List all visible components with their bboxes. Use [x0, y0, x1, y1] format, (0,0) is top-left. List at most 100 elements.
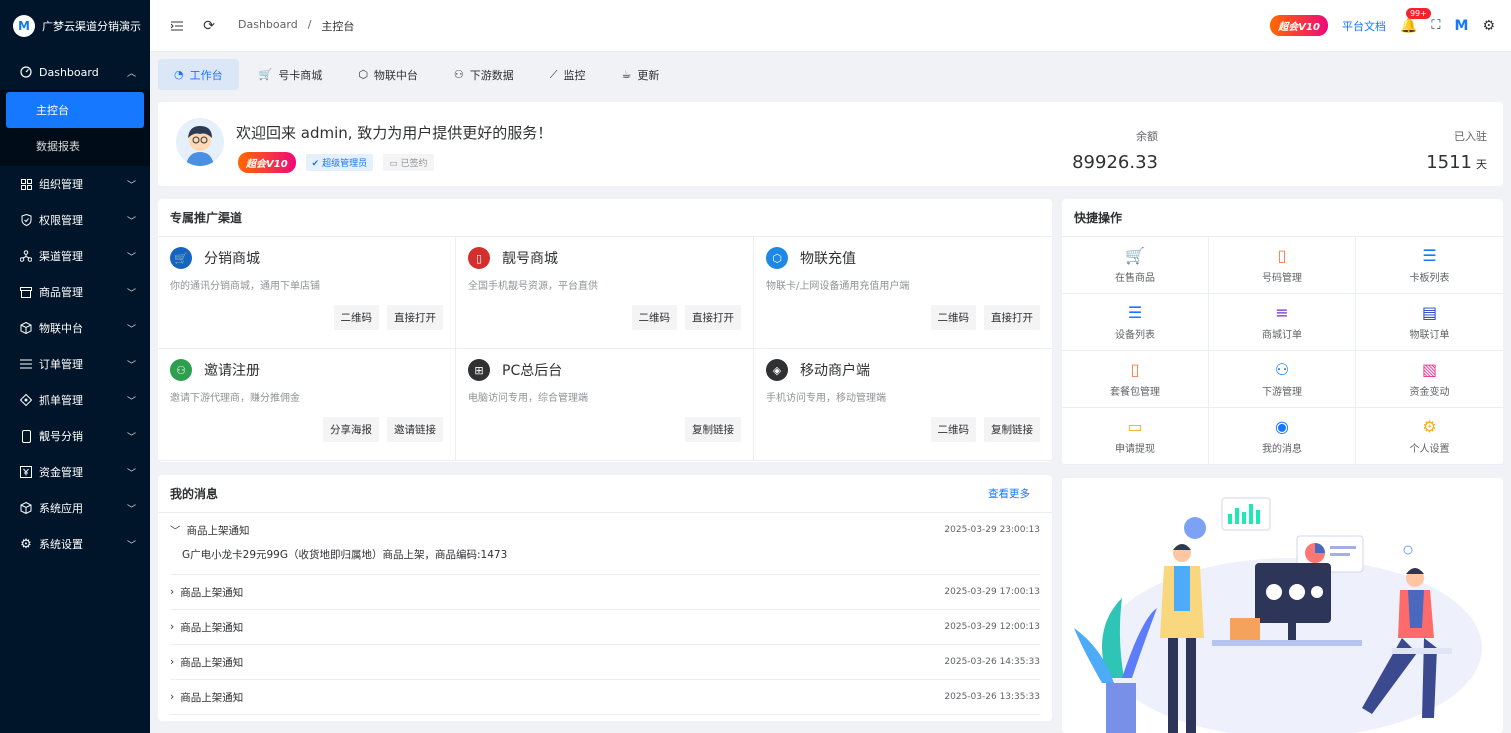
channel-action-button[interactable]: 二维码	[930, 305, 976, 330]
sidebar-item-label: 资金管理	[39, 466, 83, 479]
chevron-right-icon: ›	[170, 621, 175, 633]
cube-icon	[19, 321, 33, 335]
sidebar-item-order[interactable]: 订单管理 ﹀	[0, 346, 150, 382]
contract-icon: ▭	[389, 159, 398, 169]
sidebar-subitem-main-console[interactable]: 主控台	[6, 92, 144, 128]
sidebar-item-iot[interactable]: 物联中台 ﹀	[0, 310, 150, 346]
tab-card-mall[interactable]: 🛒 号卡商城	[243, 59, 339, 90]
channel-title: PC总后台	[502, 363, 563, 379]
channel-action-button[interactable]: 复制链接	[984, 417, 1040, 442]
quick-action-item[interactable]: ⚇ 下游管理	[1209, 351, 1356, 408]
admin-badge: ✔ 超级管理员	[305, 154, 374, 171]
notification-button[interactable]: 🔔 99+	[1399, 7, 1431, 34]
channel-action-button[interactable]: 直接打开	[984, 305, 1040, 330]
bell-icon: 🔔	[1399, 17, 1418, 34]
sidebar-item-dashboard[interactable]: Dashboard ︿	[0, 54, 150, 90]
tab-iot[interactable]: ⬡ 物联中台	[342, 59, 434, 90]
settings-gear-icon[interactable]: ⚙	[1482, 18, 1495, 34]
phone-icon: ▯	[468, 247, 490, 269]
tab-label: 工作台	[189, 68, 223, 82]
tab-update[interactable]: ☕ 更新	[606, 59, 676, 90]
quick-actions-title: 快捷操作	[1062, 199, 1503, 237]
network-icon	[19, 249, 33, 263]
message-title: 商品上架通知	[180, 586, 244, 599]
quick-action-item[interactable]: ▤ 物联订单	[1356, 294, 1503, 351]
file-icon: ▧	[1421, 359, 1438, 379]
sidebar: M 广梦云渠道分销演示 Dashboard ︿ 主控台 数据报表 组织管理 ﹀ 权…	[0, 0, 150, 733]
sidebar-subitem-data-report[interactable]: 数据报表	[0, 128, 150, 164]
quick-action-item[interactable]: ☰ 设备列表	[1062, 294, 1209, 351]
list-circle-icon: ☰	[1422, 245, 1437, 265]
sidebar-item-channel[interactable]: 渠道管理 ﹀	[0, 238, 150, 274]
promotion-channels-card: 专属推广渠道 🛒 分销商城 你的通讯分销商城，通用下单店铺 二维码 直接打开 ▯ 靓号商城全…	[158, 199, 1052, 462]
channel-card: 🛒 分销商城 你的通讯分销商城，通用下单店铺 二维码 直接打开	[158, 237, 456, 349]
brand-logo-icon: M	[1454, 17, 1469, 34]
message-date: 2025-03-26 14:35:33	[944, 657, 1040, 667]
message-title: 商品上架通知	[180, 691, 244, 704]
menu-collapse-icon[interactable]	[166, 15, 188, 37]
message-item[interactable]: › 商品上架通知 2025-03-29 12:00:13	[170, 610, 1040, 645]
coffee-icon: ☕	[621, 68, 632, 81]
channel-action-button[interactable]: 二维码	[930, 417, 976, 442]
sidebar-item-permission[interactable]: 权限管理 ﹀	[0, 202, 150, 238]
channel-action-button[interactable]: 直接打开	[387, 305, 443, 330]
message-item[interactable]: ﹀ 商品上架通知 2025-03-29 23:00:13 G广电小龙卡29元99G（收…	[170, 513, 1040, 575]
quick-action-item[interactable]: 🛒 在售商品	[1062, 237, 1209, 294]
windows-icon: ⊞	[468, 359, 490, 381]
sidebar-item-goods[interactable]: 商品管理 ﹀	[0, 274, 150, 310]
channel-action-button[interactable]: 直接打开	[685, 305, 741, 330]
breadcrumb-dashboard[interactable]: Dashboard	[238, 18, 298, 34]
channel-action-button[interactable]: 邀请链接	[387, 417, 443, 442]
sidebar-item-org[interactable]: 组织管理 ﹀	[0, 166, 150, 202]
gear-icon: ⚙	[20, 536, 32, 552]
chevron-down-icon: ﹀	[170, 524, 181, 537]
dashboard-icon: ◔	[174, 68, 184, 81]
message-item[interactable]: › 商品上架通知 2025-03-26 13:35:33	[170, 680, 1040, 715]
quick-action-item[interactable]: ≡ 商城订单	[1209, 294, 1356, 351]
quick-action-item[interactable]: ◉ 我的消息	[1209, 408, 1356, 465]
channel-title: 邀请注册	[204, 363, 260, 379]
message-item[interactable]: › 商品上架通知 2025-03-26 14:35:33	[170, 645, 1040, 680]
tab-monitor[interactable]: ⟋ 监控	[534, 59, 602, 90]
channel-action-button[interactable]: 分享海报	[323, 417, 379, 442]
channels-title: 专属推广渠道	[158, 199, 1052, 237]
sidebar-item-fund[interactable]: 资金管理 ﹀	[0, 454, 150, 490]
tab-downstream[interactable]: ⚇ 下游数据	[438, 59, 530, 90]
sidebar-item-number[interactable]: 靓号分销 ﹀	[0, 418, 150, 454]
chevron-down-icon: ﹀	[126, 180, 136, 191]
sidebar-item-grab[interactable]: 抓单管理 ﹀	[0, 382, 150, 418]
tab-workbench[interactable]: ◔ 工作台	[158, 59, 239, 90]
platform-docs-link[interactable]: 平台文档	[1342, 18, 1386, 34]
sidebar-item-label: 组织管理	[39, 178, 83, 191]
user-add-icon: ⚇	[170, 359, 192, 381]
card-icon: ▭	[1127, 416, 1143, 436]
quick-action-item[interactable]: ▯ 号码管理	[1209, 237, 1356, 294]
channel-title: 靓号商城	[502, 251, 558, 267]
sidebar-item-settings[interactable]: ⚙ 系统设置 ﹀	[0, 526, 150, 562]
logo[interactable]: M 广梦云渠道分销演示	[0, 0, 150, 52]
quick-action-item[interactable]: ▧ 资金变动	[1356, 351, 1503, 408]
channel-title: 分销商城	[204, 251, 260, 267]
tab-label: 物联中台	[373, 68, 418, 82]
sidebar-item-label: 抓单管理	[39, 394, 83, 407]
quick-action-item[interactable]: ▭ 申请提现	[1062, 408, 1209, 465]
sidebar-item-apps[interactable]: 系统应用 ﹀	[0, 490, 150, 526]
fullscreen-icon[interactable]: ⛶	[1431, 18, 1440, 33]
phone-icon: ▯	[1277, 245, 1287, 265]
package-icon	[19, 501, 33, 515]
sidebar-item-label: 系统应用	[39, 502, 83, 515]
quick-action-item[interactable]: ▯ 套餐包管理	[1062, 351, 1209, 408]
notification-count: 99+	[1405, 7, 1431, 19]
channel-desc: 邀请下游代理商，赚分推佣金	[170, 393, 300, 404]
channel-action-button[interactable]: 二维码	[333, 305, 379, 330]
message-item[interactable]: › 商品上架通知 2025-03-29 17:00:13	[170, 575, 1040, 610]
quick-action-item[interactable]: ☰ 卡板列表	[1356, 237, 1503, 294]
channel-action-button[interactable]: 二维码	[631, 305, 677, 330]
channel-card: ⊞ PC总后台 电脑访问专用，综合管理端 复制链接	[456, 349, 754, 461]
channel-action-button[interactable]: 复制链接	[685, 417, 741, 442]
view-more-link[interactable]: 查看更多	[988, 486, 1030, 501]
channel-card: ⬡ 物联充值 物联卡/上网设备通用充值用户端 二维码 直接打开	[754, 237, 1052, 349]
document-icon: ▤	[1421, 302, 1438, 322]
quick-action-item[interactable]: ⚙ 个人设置	[1356, 408, 1503, 465]
refresh-icon[interactable]: ⟳	[198, 15, 220, 37]
